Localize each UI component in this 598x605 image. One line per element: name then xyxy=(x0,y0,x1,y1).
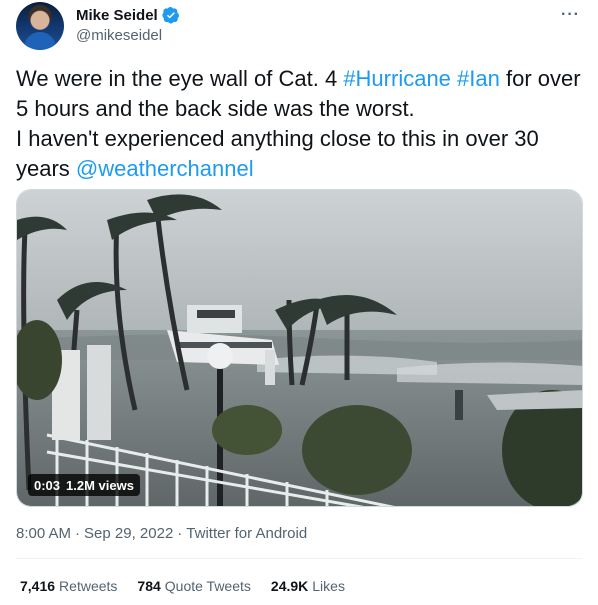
hashtag-ian[interactable]: #Ian xyxy=(457,66,500,91)
author-handle[interactable]: @mikeseidel xyxy=(76,27,162,44)
meta-separator: · xyxy=(177,525,183,542)
verified-badge-icon xyxy=(162,6,179,24)
tweet-date[interactable]: Sep 29, 2022 xyxy=(84,525,173,542)
divider xyxy=(16,558,582,559)
tweet-time[interactable]: 8:00 AM xyxy=(16,525,71,542)
tweet-meta: 8:00 AM · Sep 29, 2022 · Twitter for And… xyxy=(16,525,307,542)
video-info-badge: 0:03 1.2M views xyxy=(28,474,140,496)
avatar-shoulders xyxy=(24,32,56,50)
tweet-card: Mike Seidel @mikeseidel ··· We were in t… xyxy=(0,0,598,605)
meta-separator: · xyxy=(75,525,81,542)
avatar[interactable] xyxy=(16,2,64,50)
engagement-stats: 7,416 Retweets 784 Quote Tweets 24.9K Likes xyxy=(20,578,345,594)
mention-weatherchannel[interactable]: @weatherchannel xyxy=(76,156,254,181)
video-views: 1.2M views xyxy=(66,477,134,493)
video-thumbnail[interactable] xyxy=(16,189,583,507)
tweet-text-part1: We were in the eye wall of Cat. 4 xyxy=(16,66,344,91)
hashtag-hurricane[interactable]: #Hurricane xyxy=(343,66,451,91)
hurricane-scene xyxy=(17,190,582,506)
quote-tweets-stat[interactable]: 784 Quote Tweets xyxy=(137,578,251,594)
author-name-row: Mike Seidel xyxy=(76,6,180,24)
tweet-text: We were in the eye wall of Cat. 4 #Hurri… xyxy=(16,64,586,184)
likes-stat[interactable]: 24.9K Likes xyxy=(271,578,345,594)
author-display-name[interactable]: Mike Seidel xyxy=(76,7,158,24)
retweets-stat[interactable]: 7,416 Retweets xyxy=(20,578,117,594)
tweet-source[interactable]: Twitter for Android xyxy=(186,525,307,542)
more-options-icon[interactable]: ··· xyxy=(561,6,580,24)
video-duration: 0:03 xyxy=(34,477,61,493)
